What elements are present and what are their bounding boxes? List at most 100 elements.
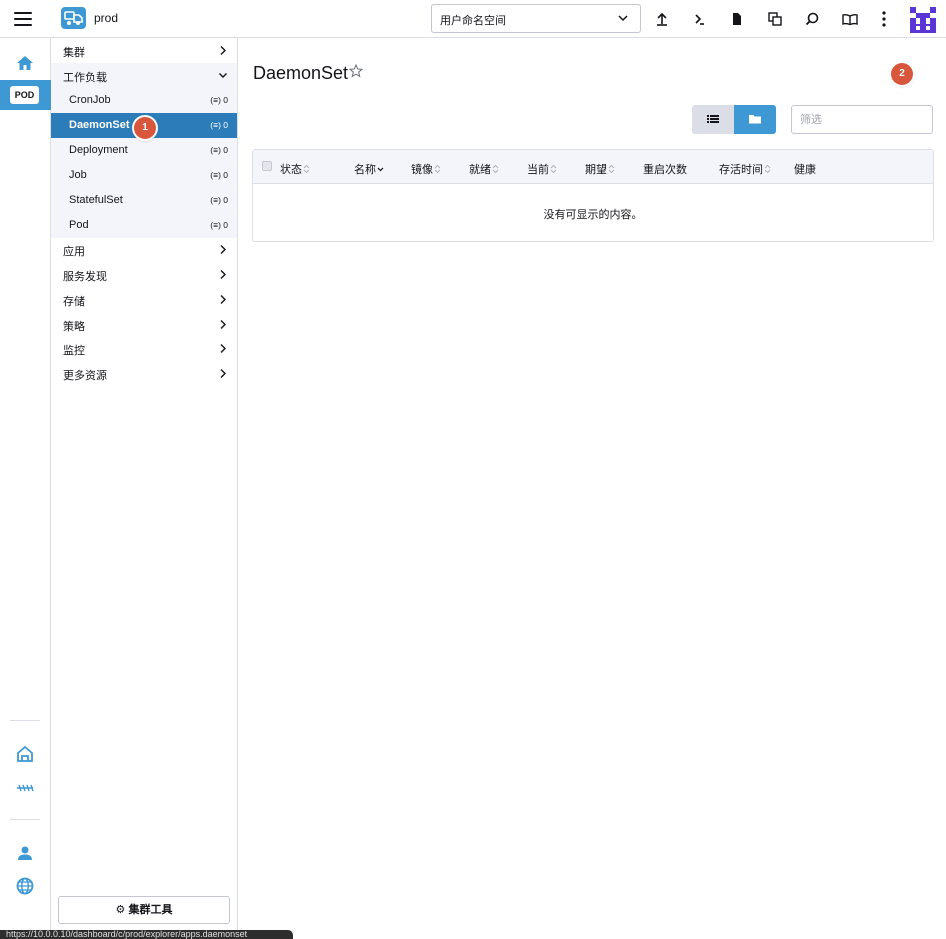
column-header-ready[interactable]: 就绪	[469, 161, 499, 177]
chevron-right-icon	[220, 320, 226, 329]
namespace-select[interactable]: 用户命名空间	[431, 4, 641, 33]
chevron-down-icon	[219, 73, 227, 78]
cluster-badge: POD	[10, 86, 39, 104]
file-icon[interactable]	[727, 9, 747, 29]
folder-icon	[749, 115, 761, 124]
sort-icon	[303, 164, 310, 174]
fleet-icon[interactable]	[15, 744, 35, 764]
column-header-age[interactable]: 存活时间	[719, 161, 771, 177]
nav-item-deployment[interactable]: Deployment (≡) 0	[51, 138, 237, 163]
nav-group-label: 服务发现	[63, 271, 107, 283]
nav-group-cluster[interactable]: 集群	[51, 38, 237, 63]
upload-icon[interactable]	[652, 9, 672, 29]
nav-group-label: 存储	[63, 296, 85, 308]
nav-item-cronjob[interactable]: CronJob (≡) 0	[51, 88, 237, 113]
home-icon[interactable]	[15, 54, 35, 72]
nav-item-label: Job	[69, 169, 87, 181]
filter-input[interactable]	[791, 105, 933, 134]
column-header-desired[interactable]: 期望	[585, 161, 615, 177]
cluster-logo-icon[interactable]	[61, 7, 86, 29]
namespace-select-value: 用户命名空间	[440, 15, 506, 27]
nav-group-label: 更多资源	[63, 370, 107, 382]
column-header-current[interactable]: 当前	[527, 161, 557, 177]
view-toggle	[692, 105, 776, 134]
nav-item-pod[interactable]: Pod (≡) 0	[51, 213, 237, 238]
menu-hamburger-icon[interactable]	[14, 12, 32, 26]
sort-icon	[434, 164, 441, 174]
search-icon[interactable]	[802, 9, 822, 29]
rail-divider	[10, 819, 40, 820]
user-icon[interactable]	[15, 843, 35, 863]
terminal-icon[interactable]	[690, 9, 710, 29]
table-header: 状态 名称 镜像 就绪 当前 期望 重启次数 存活时间 健康	[253, 150, 933, 184]
sort-icon	[764, 164, 771, 174]
sort-icon	[492, 164, 499, 174]
nav-item-label: StatefulSet	[69, 194, 123, 206]
docs-book-icon[interactable]	[840, 9, 860, 29]
nav-item-label: CronJob	[69, 94, 111, 106]
status-url: https://10.0.0.10/dashboard/c/prod/explo…	[6, 930, 248, 939]
group-by-namespace-button[interactable]	[734, 105, 776, 134]
nav-item-count: (≡) 0	[210, 145, 228, 155]
extensions-icon[interactable]	[15, 778, 35, 798]
link-status-bar: https://10.0.0.10/dashboard/c/prod/explo…	[0, 930, 293, 939]
nav-item-label: Pod	[69, 219, 89, 231]
cluster-tools-label: 集群工具	[128, 904, 173, 916]
nav-group-label: 工作负载	[63, 72, 107, 84]
gear-icon: ⚙	[115, 904, 126, 916]
nav-group-apps[interactable]: 应用	[51, 237, 237, 262]
nav-item-count: (≡) 0	[210, 120, 228, 130]
chevron-right-icon	[220, 369, 226, 378]
nav-group-policy[interactable]: 策略	[51, 312, 237, 337]
nav-group-label: 应用	[63, 246, 85, 258]
nav-item-statefulset[interactable]: StatefulSet (≡) 0	[51, 188, 237, 213]
cluster-name[interactable]: prod	[94, 11, 118, 25]
cluster-tools-button[interactable]: ⚙ 集群工具	[58, 896, 230, 924]
nav-item-label: Deployment	[69, 144, 128, 156]
column-header-restarts: 重启次数	[643, 164, 687, 176]
left-rail: POD	[0, 38, 51, 939]
nav-item-job[interactable]: Job (≡) 0	[51, 163, 237, 188]
column-header-image[interactable]: 镜像	[411, 161, 441, 177]
empty-table-message: 没有可显示的内容。	[543, 209, 643, 221]
nav-group-monitoring[interactable]: 监控	[51, 336, 237, 361]
top-header: prod 用户命名空间	[0, 0, 946, 38]
rail-divider	[10, 720, 40, 721]
cluster-pod-active[interactable]: POD	[0, 80, 51, 110]
nav-item-count: (≡) 0	[210, 220, 228, 230]
chevron-right-icon	[220, 46, 226, 55]
nav-group-label: 集群	[63, 47, 85, 59]
chevron-right-icon	[220, 344, 226, 353]
nav-group-more-resources[interactable]: 更多资源	[51, 361, 237, 386]
column-header-health: 健康	[794, 164, 816, 176]
page-title: DaemonSet	[253, 63, 349, 83]
flat-list-view-button[interactable]	[692, 105, 734, 134]
globe-icon[interactable]	[15, 876, 35, 896]
nav-group-service-discovery[interactable]: 服务发现	[51, 262, 237, 287]
chevron-right-icon	[220, 245, 226, 254]
annotation-marker: 2	[891, 63, 913, 85]
more-vertical-icon[interactable]	[874, 9, 894, 29]
user-avatar[interactable]	[910, 7, 936, 33]
sort-icon	[550, 164, 557, 174]
sort-icon	[608, 164, 615, 174]
nav-item-count: (≡) 0	[210, 170, 228, 180]
column-header-state[interactable]: 状态	[280, 161, 310, 177]
list-icon	[707, 115, 719, 123]
nav-group-workloads[interactable]: 工作负载	[51, 63, 237, 88]
nav-item-count: (≡) 0	[210, 195, 228, 205]
column-header-name[interactable]: 名称	[354, 161, 384, 177]
nav-item-label: DaemonSet	[69, 119, 130, 131]
star-icon[interactable]	[349, 64, 363, 78]
chevron-down-icon	[618, 15, 628, 22]
chevron-right-icon	[220, 295, 226, 304]
nav-group-label: 策略	[63, 321, 85, 333]
sort-down-icon	[377, 167, 384, 172]
side-nav: 集群 工作负载 CronJob (≡) 0 DaemonSet (≡) 0 De…	[51, 38, 238, 939]
chevron-right-icon	[220, 270, 226, 279]
resource-table: 状态 名称 镜像 就绪 当前 期望 重启次数 存活时间 健康 没有可显示的内容。	[252, 149, 934, 242]
nav-item-count: (≡) 0	[210, 95, 228, 105]
nav-group-storage[interactable]: 存储	[51, 287, 237, 312]
copy-kubeconfig-icon[interactable]	[765, 9, 785, 29]
select-all-checkbox[interactable]	[262, 161, 272, 171]
